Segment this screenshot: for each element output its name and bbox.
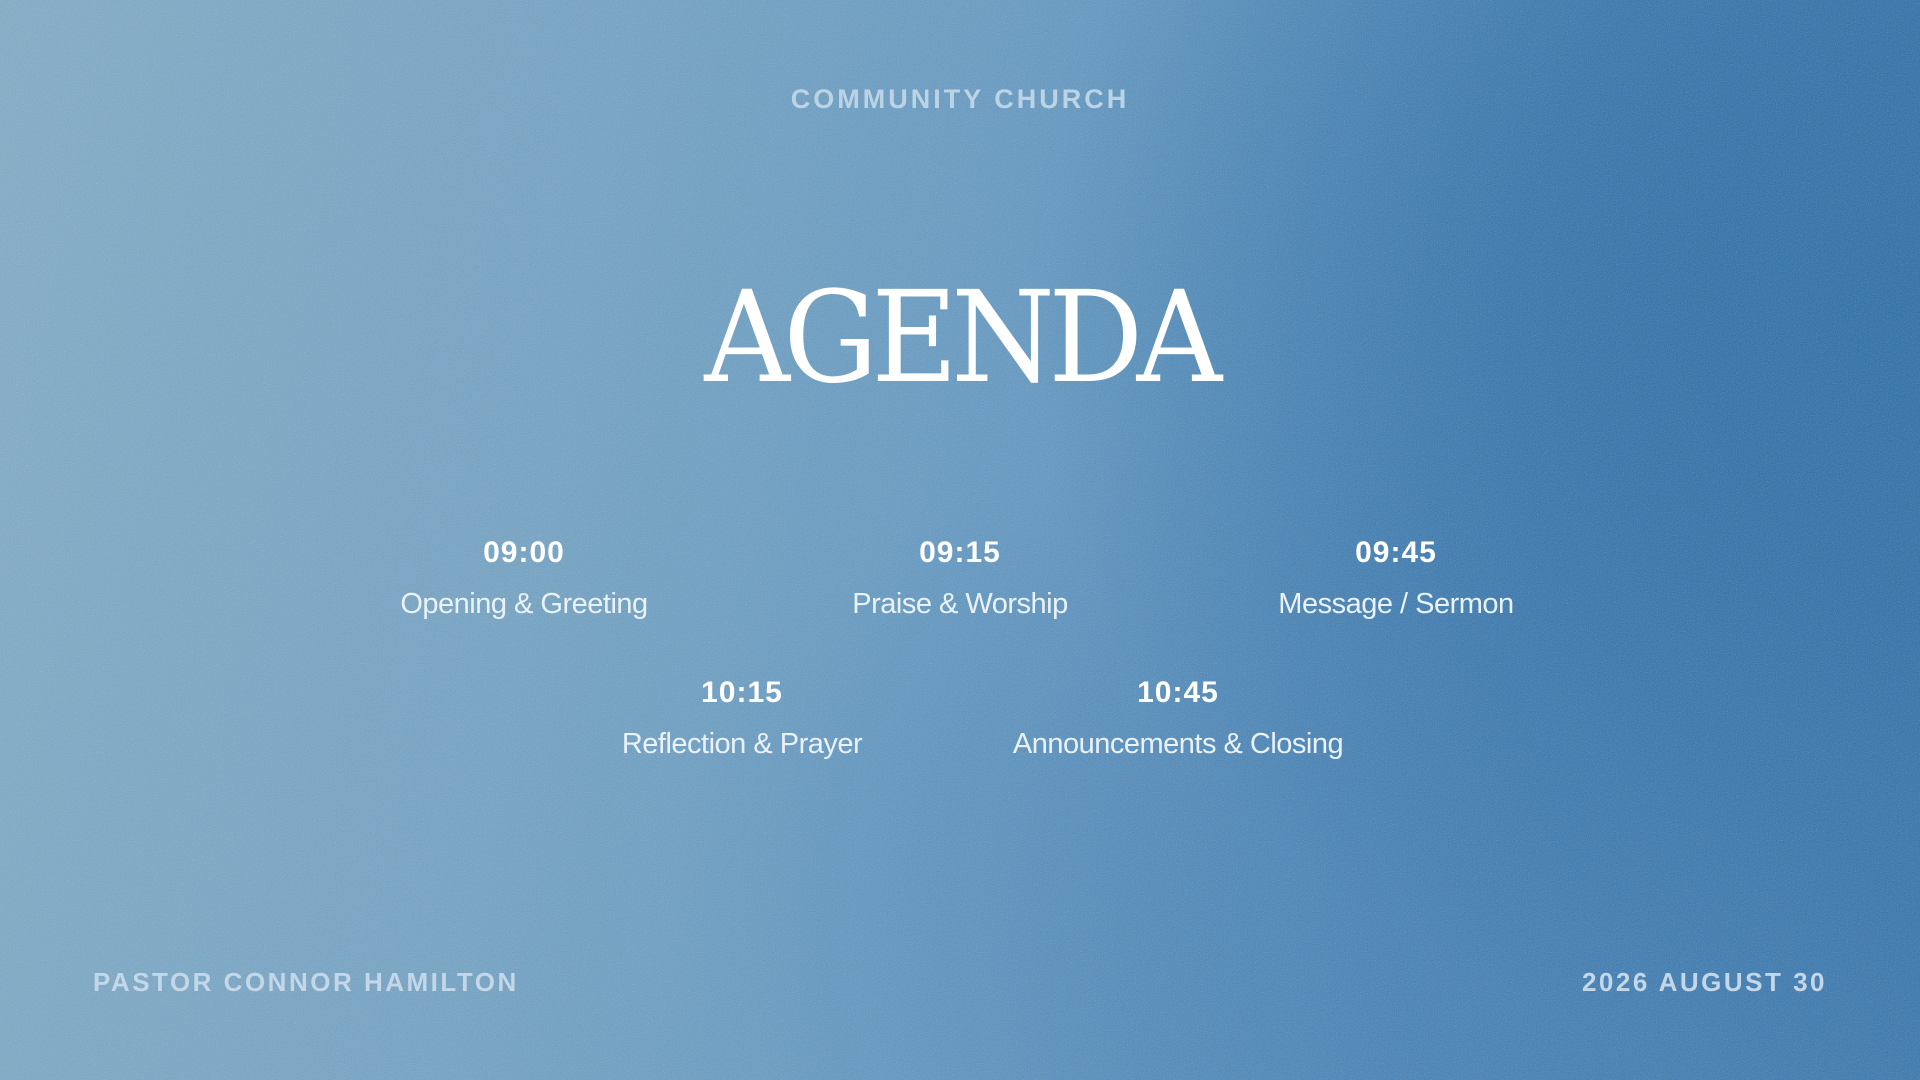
agenda-label: Reflection & Prayer — [621, 728, 863, 760]
agenda-item-1: 09:00 Opening & Greeting — [314, 536, 734, 621]
agenda-item-5: 10:45 Announcements & Closing — [968, 676, 1388, 761]
agenda-time: 09:45 — [1355, 536, 1437, 569]
presenter-name: PASTOR CONNOR HAMILTON — [93, 967, 519, 997]
agenda-time: 10:15 — [701, 676, 783, 709]
event-date: 2026 AUGUST 30 — [1581, 967, 1827, 997]
agenda-item-4: 10:15 Reflection & Prayer — [532, 676, 952, 761]
agenda-time: 09:00 — [483, 536, 565, 569]
agenda-label: Message / Sermon — [1278, 588, 1514, 620]
agenda-list: 09:00 Opening & Greeting 09:15 Praise & … — [0, 0, 1920, 1080]
agenda-item-3: 09:45 Message / Sermon — [1186, 536, 1606, 621]
agenda-label: Announcements & Closing — [1012, 728, 1344, 760]
agenda-item-2: 09:15 Praise & Worship — [750, 536, 1170, 621]
agenda-time: 09:15 — [919, 536, 1001, 569]
agenda-label: Opening & Greeting — [400, 588, 648, 620]
agenda-time: 10:45 — [1137, 676, 1219, 709]
agenda-label: Praise & Worship — [852, 588, 1068, 620]
